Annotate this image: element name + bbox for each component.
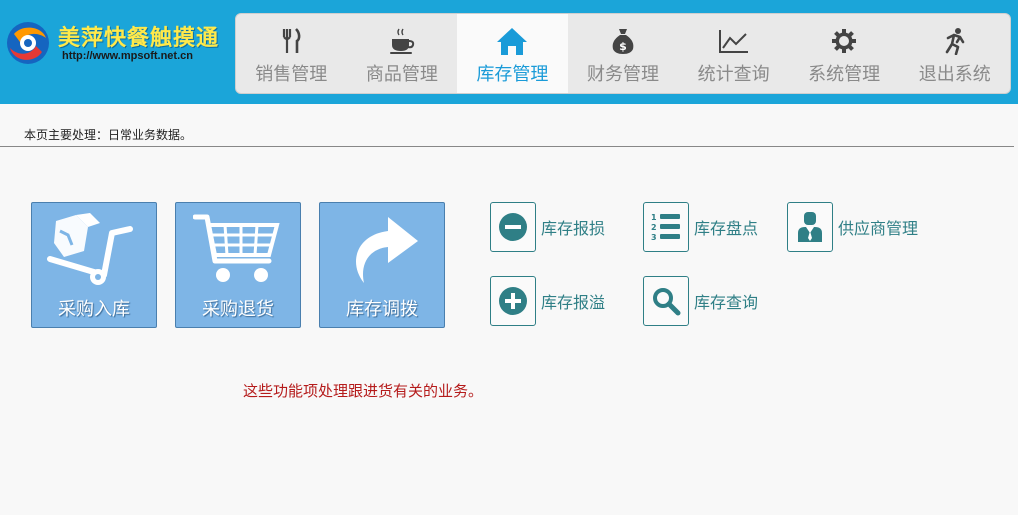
button-label: 库存查询 (694, 293, 759, 312)
fork-knife-icon (274, 26, 308, 56)
nav-label: 库存管理 (476, 64, 549, 85)
nav-label: 财务管理 (587, 64, 660, 85)
search-icon (643, 276, 689, 326)
running-person-icon (938, 26, 972, 56)
money-bag-icon: $ (606, 26, 640, 56)
shopping-cart-icon (176, 209, 300, 289)
main-nav: 销售管理 商品管理 库存管理 $ 财务管理 统计查询 系统管理 退出系统 (235, 13, 1011, 94)
minus-circle-icon (490, 202, 536, 252)
stock-query-button[interactable]: 库存查询 (643, 276, 758, 326)
tile-label: 采购入库 (58, 299, 130, 320)
coffee-cup-icon (385, 26, 419, 56)
tile-label: 采购退货 (202, 299, 274, 320)
button-label: 供应商管理 (838, 219, 919, 238)
page-info: 本页主要处理：日常业务数据。 (24, 128, 193, 142)
nav-label: 退出系统 (918, 64, 991, 85)
stock-loss-button[interactable]: 库存报损 (490, 202, 605, 252)
button-label: 库存报溢 (541, 293, 606, 312)
curved-arrow-icon (320, 209, 444, 289)
tile-label: 库存调拨 (346, 299, 418, 320)
button-label: 库存盘点 (694, 219, 759, 238)
nav-item-exit[interactable]: 退出系统 (899, 14, 1010, 93)
divider (0, 146, 1014, 147)
nav-item-statistics[interactable]: 统计查询 (678, 14, 789, 93)
hand-truck-icon (32, 209, 156, 289)
button-label: 库存报损 (541, 219, 606, 238)
svg-text:1: 1 (651, 213, 657, 222)
nav-item-finance[interactable]: $ 财务管理 (568, 14, 679, 93)
numbered-list-icon: 123 (643, 202, 689, 252)
nav-item-sales[interactable]: 销售管理 (236, 14, 347, 93)
plus-circle-icon (490, 276, 536, 326)
stock-count-button[interactable]: 123 库存盘点 (643, 202, 758, 252)
nav-label: 统计查询 (697, 64, 770, 85)
businessman-icon (787, 202, 833, 252)
logo: 美萍快餐触摸通 http://www.mpsoft.net.cn (4, 18, 234, 68)
app-url: http://www.mpsoft.net.cn (62, 50, 193, 62)
header: 美萍快餐触摸通 http://www.mpsoft.net.cn 销售管理 商品… (0, 0, 1018, 104)
gear-icon (827, 26, 861, 56)
help-note: 这些功能项处理跟进货有关的业务。 (243, 382, 484, 400)
purchase-inbound-button[interactable]: 采购入库 (31, 202, 157, 328)
logo-swirl-icon (7, 22, 49, 64)
purchase-return-button[interactable]: 采购退货 (175, 202, 301, 328)
nav-item-system[interactable]: 系统管理 (789, 14, 900, 93)
nav-item-inventory[interactable]: 库存管理 (457, 14, 568, 93)
stock-overflow-button[interactable]: 库存报溢 (490, 276, 605, 326)
app-title: 美萍快餐触摸通 (58, 26, 220, 51)
svg-text:2: 2 (651, 223, 657, 232)
nav-label: 销售管理 (255, 64, 328, 85)
svg-text:3: 3 (651, 233, 657, 242)
nav-label: 系统管理 (808, 64, 881, 85)
nav-item-products[interactable]: 商品管理 (347, 14, 458, 93)
supplier-management-button[interactable]: 供应商管理 (787, 202, 918, 252)
line-chart-icon (717, 26, 751, 56)
svg-text:$: $ (619, 40, 627, 53)
nav-label: 商品管理 (365, 64, 438, 85)
home-icon (495, 26, 529, 56)
stock-transfer-button[interactable]: 库存调拨 (319, 202, 445, 328)
